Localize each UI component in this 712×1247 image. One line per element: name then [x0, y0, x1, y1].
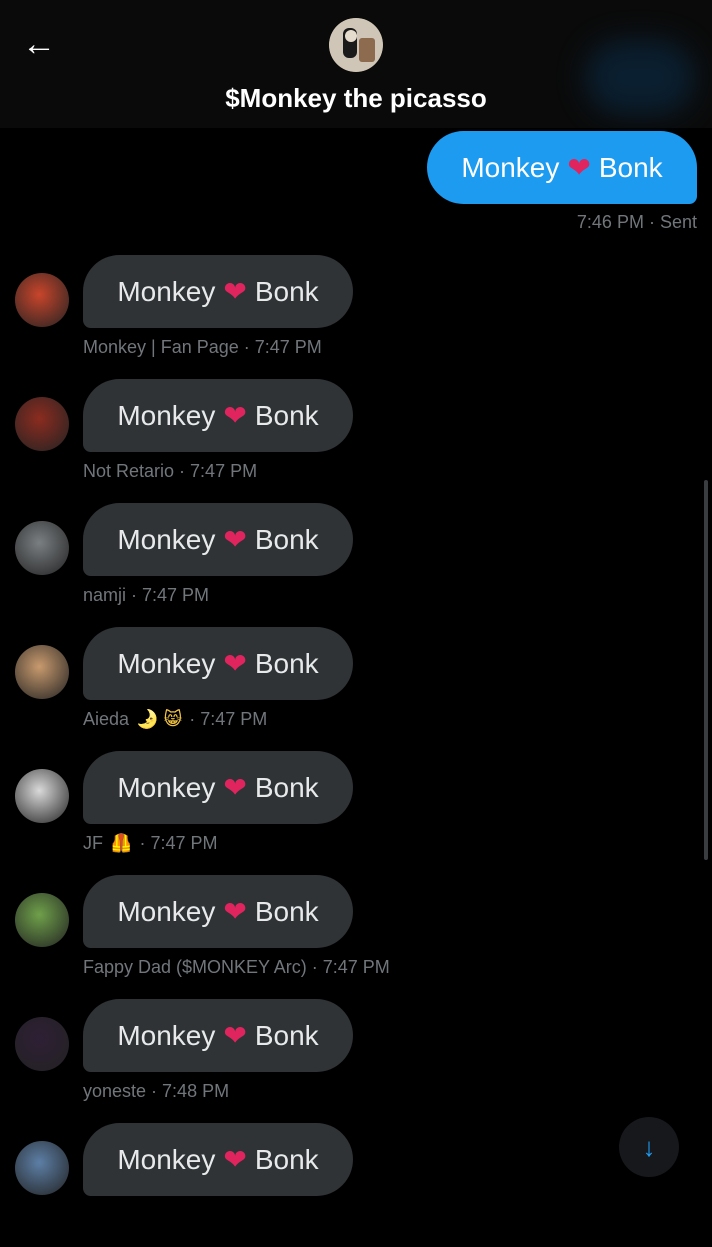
- message-meta: Not Retario · 7:47 PM: [83, 461, 257, 482]
- message-text: Bonk: [254, 895, 319, 927]
- message-text: Bonk: [254, 647, 319, 679]
- group-avatar-image: [329, 18, 383, 72]
- sent-status: Sent: [659, 212, 697, 232]
- meta-separator: ·: [174, 461, 191, 481]
- message-text: Monkey: [117, 399, 216, 431]
- message-row: Monkey ❤ Bonk JF 🦺 · 7:47 PM: [0, 751, 712, 875]
- sender-avatar[interactable]: [15, 1017, 69, 1071]
- message-text: Bonk: [254, 771, 319, 803]
- received-message-bubble[interactable]: Monkey ❤ Bonk: [83, 503, 353, 576]
- received-message-bubble[interactable]: Monkey ❤ Bonk: [83, 379, 353, 452]
- message-meta: yoneste · 7:48 PM: [83, 1081, 229, 1102]
- received-message-bubble[interactable]: Monkey ❤ Bonk: [83, 751, 353, 824]
- meta-separator: ·: [306, 957, 323, 977]
- message-time: 7:47 PM: [254, 337, 322, 357]
- red-heart-icon: ❤: [223, 275, 247, 307]
- sent-message-bubble[interactable]: Monkey ❤ Bonk: [427, 131, 697, 204]
- red-heart-icon: ❤: [223, 523, 247, 555]
- message-row: Monkey ❤ Bonk: [0, 1123, 712, 1247]
- arrow-left-icon: ←: [22, 25, 56, 63]
- message-meta: JF 🦺 · 7:47 PM: [83, 833, 217, 854]
- sender-name[interactable]: Monkey | Fan Page: [83, 337, 239, 357]
- message-text: Monkey: [117, 771, 216, 803]
- message-text: Monkey: [117, 523, 216, 555]
- message-text: Monkey: [117, 647, 216, 679]
- sent-message-meta: 7:46 PM · Sent: [576, 212, 697, 232]
- sender-emoji: 🌛 😸: [136, 709, 183, 729]
- message-meta: Monkey | Fan Page · 7:47 PM: [83, 337, 322, 358]
- message-time: 7:47 PM: [322, 957, 390, 977]
- scrollbar[interactable]: [704, 480, 708, 860]
- message-time: 7:47 PM: [190, 461, 258, 481]
- message-text: Bonk: [598, 151, 663, 183]
- message-time: 7:47 PM: [150, 833, 218, 853]
- message-time: 7:47 PM: [200, 709, 268, 729]
- meta-separator: ·: [238, 337, 255, 357]
- message-row: Monkey ❤ Bonk Monkey | Fan Page · 7:47 PM: [0, 255, 712, 379]
- meta-separator: ·: [134, 833, 151, 853]
- message-meta: namji · 7:47 PM: [83, 585, 209, 606]
- sender-avatar[interactable]: [15, 273, 69, 327]
- meta-separator: ·: [126, 585, 143, 605]
- message-text: Bonk: [254, 399, 319, 431]
- sender-emoji: 🦺: [110, 833, 133, 853]
- message-time: 7:48 PM: [162, 1081, 230, 1101]
- sender-name[interactable]: JF: [83, 833, 103, 853]
- sent-time: 7:46 PM: [576, 212, 644, 232]
- sender-avatar[interactable]: [15, 893, 69, 947]
- red-heart-icon: ❤: [223, 1143, 247, 1175]
- red-heart-icon: ❤: [567, 151, 591, 183]
- message-text: Bonk: [254, 523, 319, 555]
- message-row: Monkey ❤ Bonk Aieda 🌛 😸 · 7:47 PM: [0, 627, 712, 751]
- message-row: Monkey ❤ Bonk yoneste · 7:48 PM: [0, 999, 712, 1123]
- message-meta: Aieda 🌛 😸 · 7:47 PM: [83, 709, 267, 730]
- sender-avatar[interactable]: [15, 521, 69, 575]
- red-heart-icon: ❤: [223, 1019, 247, 1051]
- group-avatar[interactable]: [329, 18, 383, 72]
- red-heart-icon: ❤: [223, 771, 247, 803]
- received-message-bubble[interactable]: Monkey ❤ Bonk: [83, 999, 353, 1072]
- sender-name[interactable]: yoneste: [83, 1081, 146, 1101]
- received-message-bubble[interactable]: Monkey ❤ Bonk: [83, 627, 353, 700]
- received-message-bubble[interactable]: Monkey ❤ Bonk: [83, 875, 353, 948]
- message-text: Bonk: [254, 1143, 319, 1175]
- conversation-header: ← $Monkey the picasso: [0, 0, 712, 128]
- red-heart-icon: ❤: [223, 647, 247, 679]
- message-meta: Fappy Dad ($MONKEY Arc) · 7:47 PM: [83, 957, 390, 978]
- sender-avatar[interactable]: [15, 769, 69, 823]
- red-heart-icon: ❤: [223, 895, 247, 927]
- message-text: Monkey: [117, 895, 216, 927]
- scroll-to-bottom-button[interactable]: ↓: [619, 1117, 679, 1177]
- sender-avatar[interactable]: [15, 397, 69, 451]
- red-heart-icon: ❤: [223, 399, 247, 431]
- sender-avatar[interactable]: [15, 1141, 69, 1195]
- message-text: Monkey: [117, 1019, 216, 1051]
- meta-separator: ·: [184, 709, 201, 729]
- sender-name[interactable]: Aieda: [83, 709, 129, 729]
- arrow-down-icon: ↓: [642, 1131, 656, 1162]
- sender-name[interactable]: namji: [83, 585, 126, 605]
- message-text: Bonk: [254, 1019, 319, 1051]
- message-row: Monkey ❤ Bonk Fappy Dad ($MONKEY Arc) · 7:4…: [0, 875, 712, 999]
- header-glow: [585, 40, 695, 115]
- back-button[interactable]: ←: [22, 26, 62, 66]
- sender-avatar[interactable]: [15, 645, 69, 699]
- sender-name[interactable]: Fappy Dad ($MONKEY Arc): [83, 957, 307, 977]
- message-text: Monkey: [117, 1143, 216, 1175]
- message-text: Monkey: [117, 275, 216, 307]
- message-row: Monkey ❤ Bonk namji · 7:47 PM: [0, 503, 712, 627]
- sender-name[interactable]: Not Retario: [83, 461, 174, 481]
- message-text: Monkey: [461, 151, 560, 183]
- message-row: Monkey ❤ Bonk Not Retario · 7:47 PM: [0, 379, 712, 503]
- message-text: Bonk: [254, 275, 319, 307]
- received-message-bubble[interactable]: Monkey ❤ Bonk: [83, 1123, 353, 1196]
- received-message-bubble[interactable]: Monkey ❤ Bonk: [83, 255, 353, 328]
- meta-separator: ·: [146, 1081, 163, 1101]
- message-time: 7:47 PM: [142, 585, 210, 605]
